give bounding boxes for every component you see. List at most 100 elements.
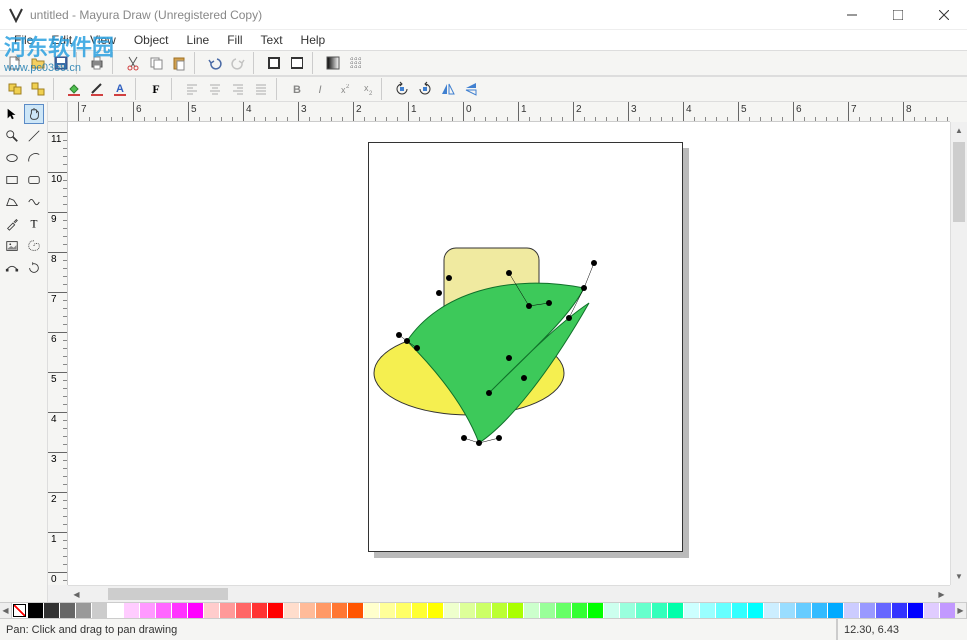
palette-swatch[interactable] xyxy=(812,603,828,618)
tool-text[interactable]: T xyxy=(24,214,44,234)
palette-swatch[interactable] xyxy=(140,603,156,618)
palette-swatch[interactable] xyxy=(476,603,492,618)
tool-rotate[interactable] xyxy=(24,258,44,278)
palette-swatch[interactable] xyxy=(508,603,524,618)
palette-prev[interactable]: ◀ xyxy=(0,603,12,618)
menu-file[interactable]: File xyxy=(6,31,41,49)
ungroup-button[interactable] xyxy=(27,78,49,100)
palette-swatch[interactable] xyxy=(588,603,604,618)
palette-swatch[interactable] xyxy=(684,603,700,618)
palette-swatch[interactable] xyxy=(796,603,812,618)
hscroll-thumb[interactable] xyxy=(108,588,228,600)
bold-button[interactable]: B xyxy=(286,78,308,100)
palette-swatch[interactable] xyxy=(60,603,76,618)
menu-object[interactable]: Object xyxy=(126,31,177,49)
open-button[interactable] xyxy=(27,52,49,74)
undo-button[interactable] xyxy=(204,52,226,74)
palette-swatch[interactable] xyxy=(204,603,220,618)
grid-button[interactable] xyxy=(345,52,367,74)
maximize-button[interactable] xyxy=(875,0,921,29)
palette-nocolor[interactable] xyxy=(12,603,28,618)
palette-swatch[interactable] xyxy=(892,603,908,618)
palette-swatch[interactable] xyxy=(908,603,924,618)
palette-swatch[interactable] xyxy=(524,603,540,618)
palette-swatch[interactable] xyxy=(732,603,748,618)
palette-swatch[interactable] xyxy=(828,603,844,618)
tool-polygon[interactable] xyxy=(2,192,22,212)
palette-swatch[interactable] xyxy=(396,603,412,618)
tool-ellipse[interactable] xyxy=(2,148,22,168)
palette-swatch[interactable] xyxy=(300,603,316,618)
palette-swatch[interactable] xyxy=(444,603,460,618)
palette-swatch[interactable] xyxy=(460,603,476,618)
redo-button[interactable] xyxy=(227,52,249,74)
palette-swatch[interactable] xyxy=(364,603,380,618)
palette-swatch[interactable] xyxy=(764,603,780,618)
paste-button[interactable] xyxy=(168,52,190,74)
tool-rect[interactable] xyxy=(2,170,22,190)
font-button[interactable]: F xyxy=(145,78,167,100)
vscroll-thumb[interactable] xyxy=(953,142,965,222)
cut-button[interactable] xyxy=(122,52,144,74)
tool-spiral[interactable] xyxy=(24,236,44,256)
tool-zoom[interactable] xyxy=(2,126,22,146)
palette-swatch[interactable] xyxy=(540,603,556,618)
palette-swatch[interactable] xyxy=(556,603,572,618)
menu-text[interactable]: Text xyxy=(253,31,291,49)
palette-swatch[interactable] xyxy=(268,603,284,618)
palette-swatch[interactable] xyxy=(604,603,620,618)
tool-pan[interactable] xyxy=(24,104,44,124)
palette-swatch[interactable] xyxy=(668,603,684,618)
vertical-scrollbar[interactable]: ▲ ▼ xyxy=(950,122,967,585)
tool-roundrect[interactable] xyxy=(24,170,44,190)
menu-help[interactable]: Help xyxy=(293,31,334,49)
tool-arc[interactable] xyxy=(24,148,44,168)
tool-curve[interactable] xyxy=(24,192,44,212)
palette-swatch[interactable] xyxy=(860,603,876,618)
line-color-button[interactable] xyxy=(86,78,108,100)
rotate-right-button[interactable] xyxy=(414,78,436,100)
palette-swatch[interactable] xyxy=(412,603,428,618)
palette-swatch[interactable] xyxy=(76,603,92,618)
palette-swatch[interactable] xyxy=(620,603,636,618)
flip-horizontal-button[interactable] xyxy=(437,78,459,100)
scroll-up-arrow[interactable]: ▲ xyxy=(951,122,967,139)
palette-swatch[interactable] xyxy=(780,603,796,618)
gradient-button[interactable] xyxy=(322,52,344,74)
scroll-right-arrow[interactable]: ▶ xyxy=(933,586,950,602)
palette-swatch[interactable] xyxy=(124,603,140,618)
palette-swatch[interactable] xyxy=(844,603,860,618)
palette-swatch[interactable] xyxy=(716,603,732,618)
flip-vertical-button[interactable] xyxy=(460,78,482,100)
menu-edit[interactable]: Edit xyxy=(43,31,80,49)
palette-swatch[interactable] xyxy=(44,603,60,618)
rotate-left-button[interactable] xyxy=(391,78,413,100)
scroll-down-arrow[interactable]: ▼ xyxy=(951,568,967,585)
menu-line[interactable]: Line xyxy=(179,31,218,49)
align-right-button[interactable] xyxy=(227,78,249,100)
palette-swatch[interactable] xyxy=(92,603,108,618)
minimize-button[interactable] xyxy=(829,0,875,29)
italic-button[interactable]: I xyxy=(309,78,331,100)
tool-select[interactable] xyxy=(2,104,22,124)
palette-swatch[interactable] xyxy=(172,603,188,618)
save-button[interactable] xyxy=(50,52,72,74)
superscript-button[interactable]: x2 xyxy=(332,78,354,100)
copy-button[interactable] xyxy=(145,52,167,74)
palette-swatch[interactable] xyxy=(636,603,652,618)
horizontal-scrollbar[interactable]: ◀ ▶ xyxy=(68,585,950,602)
canvas[interactable] xyxy=(68,122,950,585)
palette-swatch[interactable] xyxy=(348,603,364,618)
palette-swatch[interactable] xyxy=(700,603,716,618)
menu-view[interactable]: View xyxy=(82,31,124,49)
group-button[interactable] xyxy=(4,78,26,100)
scroll-left-arrow[interactable]: ◀ xyxy=(68,586,85,602)
tool-image[interactable] xyxy=(2,236,22,256)
tool-node-edit[interactable] xyxy=(2,258,22,278)
palette-swatch[interactable] xyxy=(316,603,332,618)
menu-fill[interactable]: Fill xyxy=(219,31,250,49)
text-color-button[interactable]: A xyxy=(109,78,131,100)
palette-swatch[interactable] xyxy=(188,603,204,618)
palette-swatch[interactable] xyxy=(572,603,588,618)
tool-eyedropper[interactable] xyxy=(2,214,22,234)
